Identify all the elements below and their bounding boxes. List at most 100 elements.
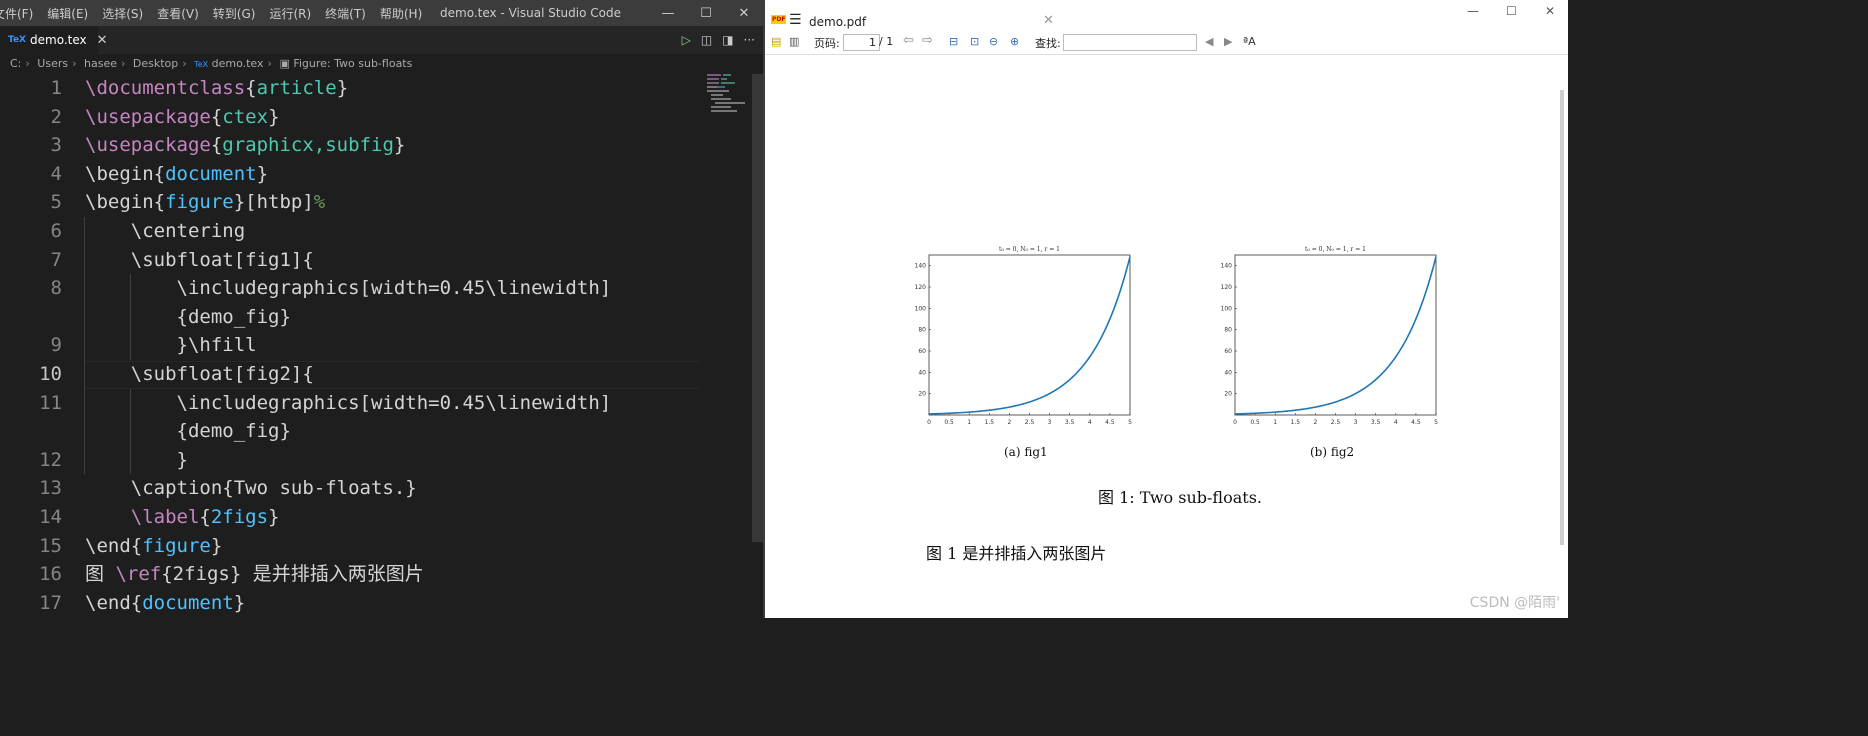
code-line[interactable]: 14 \label{2figs} — [0, 503, 700, 532]
run-icon[interactable]: ▷ — [682, 33, 691, 47]
x-tick-label: 3.5 — [1065, 419, 1075, 426]
pdf-scrollbar[interactable] — [1560, 90, 1564, 545]
y-tick-label: 40 — [918, 369, 926, 376]
code-token: article — [256, 77, 337, 99]
x-tick-label: 4.5 — [1105, 419, 1115, 426]
preview-icon[interactable]: ◫ — [701, 33, 712, 47]
code-token: } — [85, 448, 188, 471]
y-tick-label: 100 — [1221, 305, 1233, 312]
tab-demo-tex[interactable]: TeX demo.tex ✕ — [0, 26, 108, 54]
code-line[interactable]: 1 \documentclass{article} — [0, 74, 700, 103]
tex-file-icon: TeX — [194, 60, 209, 69]
code-text: \label{2figs} — [85, 503, 280, 532]
code-token: } — [210, 534, 223, 557]
x-tick-label: 4.5 — [1411, 419, 1421, 426]
x-tick-label: 4 — [1394, 419, 1398, 426]
menu-view[interactable]: 查看(V) — [150, 5, 206, 22]
code-line[interactable]: 10 \subfloat[fig2]{ — [0, 360, 700, 389]
plot-frame — [928, 254, 1131, 416]
code-token: \end{ — [85, 534, 143, 557]
code-token: \includegraphics[width=0.45\linewidth] — [85, 277, 612, 300]
scrollbar-thumb[interactable] — [752, 74, 763, 542]
more-actions-icon[interactable]: ··· — [744, 33, 755, 47]
y-tick-label: 100 — [915, 305, 927, 312]
menu-help[interactable]: 帮助(H) — [373, 5, 429, 22]
line-number: 16 — [39, 563, 62, 586]
code-line[interactable]: 4 \begin{document} — [0, 160, 700, 189]
code-token: \centering — [85, 220, 246, 242]
editor-actions: ▷ ◫ ◨ ··· — [682, 26, 755, 54]
code-line[interactable]: 8 \includegraphics[width=0.45\linewidth] — [0, 274, 700, 303]
line-number: 2 — [50, 105, 62, 128]
code-text: }\hfill — [85, 331, 257, 360]
menu-select[interactable]: 选择(S) — [95, 5, 150, 22]
code-line[interactable]: 15 \end{figure} — [0, 532, 700, 561]
code-editor[interactable]: 1 \documentclass{article} 2 \usepackage{cte… — [0, 74, 763, 618]
code-token: }[htbp] — [233, 191, 314, 214]
menu-terminal[interactable]: 终端(T) — [318, 5, 373, 22]
line-number: 17 — [39, 591, 62, 614]
code-line[interactable]: 7 \subfloat[fig1]{ — [0, 246, 700, 275]
y-tick-label: 20 — [918, 391, 926, 398]
window-title: demo.tex - Visual Studio Code — [440, 6, 621, 20]
code-token: figure — [142, 534, 211, 557]
code-token: ctex — [222, 105, 269, 128]
code-line[interactable]: 12 } — [0, 446, 700, 475]
code-token: 2figs — [210, 506, 269, 528]
x-tick-label: 0 — [927, 419, 931, 426]
code-line[interactable]: 5 \begin{figure}[htbp]% — [0, 188, 700, 217]
breadcrumb-item[interactable]: hasee — [84, 57, 117, 70]
code-line[interactable]: {demo_fig} — [0, 417, 700, 446]
breadcrumb-item[interactable]: Users — [37, 57, 68, 70]
breadcrumb-item[interactable]: Desktop — [133, 57, 178, 70]
x-tick-label: 2 — [1007, 419, 1011, 426]
code-token: document — [142, 591, 234, 614]
code-line[interactable]: 17 \end{document} — [0, 589, 700, 618]
y-tick-label: 120 — [915, 284, 927, 291]
editor-scrollbar[interactable] — [752, 74, 763, 618]
menu-run[interactable]: 运行(R) — [262, 5, 318, 22]
code-line[interactable]: 13 \caption{Two sub-floats.} — [0, 474, 700, 503]
y-tick-label: 140 — [915, 263, 927, 270]
tab-close-icon[interactable]: ✕ — [97, 33, 108, 48]
x-tick-label: 3.5 — [1371, 419, 1381, 426]
tab-label: demo.tex — [30, 33, 87, 47]
line-number: 1 — [50, 77, 62, 99]
maximize-icon[interactable]: ☐ — [687, 0, 725, 26]
breadcrumb-item[interactable]: C: — [10, 57, 21, 70]
line-number: 8 — [50, 277, 62, 300]
x-tick-label: 2 — [1313, 419, 1317, 426]
code-token: % — [313, 191, 326, 214]
breadcrumb-item[interactable]: demo.tex — [212, 57, 264, 70]
code-token: document — [165, 162, 257, 185]
x-tick-label: 0.5 — [1250, 419, 1260, 426]
minimize-icon[interactable]: — — [649, 0, 687, 26]
code-text: {demo_fig} — [85, 303, 291, 332]
x-tick-label: 5 — [1434, 419, 1438, 426]
y-tick-label: 80 — [1224, 327, 1232, 334]
watermark: CSDN @陌雨' — [1469, 595, 1560, 611]
code-token: 图 — [85, 563, 116, 586]
close-icon[interactable]: ✕ — [725, 0, 763, 26]
line-number: 10 — [39, 363, 62, 385]
code-token: \end{ — [85, 591, 143, 614]
x-tick-label: 1.5 — [985, 419, 995, 426]
minimap[interactable] — [705, 74, 750, 114]
code-token: \ref — [115, 563, 162, 586]
code-line[interactable]: 9 }\hfill — [0, 331, 700, 360]
line-number: 6 — [50, 220, 62, 242]
split-editor-icon[interactable]: ◨ — [722, 33, 733, 47]
menu-goto[interactable]: 转到(G) — [206, 5, 263, 22]
line-number: 3 — [50, 134, 62, 157]
code-line[interactable]: 6 \centering — [0, 217, 700, 246]
menu-edit[interactable]: 编辑(E) — [40, 5, 95, 22]
code-line[interactable]: 16 图 \ref{2figs} 是并排插入两张图片 — [0, 560, 700, 589]
code-line[interactable]: 11 \includegraphics[width=0.45\linewidth… — [0, 389, 700, 418]
code-line[interactable]: 2 \usepackage{ctex} — [0, 103, 700, 132]
x-tick-label: 2.5 — [1025, 419, 1035, 426]
code-line[interactable]: 3 \usepackage{graphicx,subfig} — [0, 131, 700, 160]
code-line[interactable]: {demo_fig} — [0, 303, 700, 332]
menu-file[interactable]: 文件(F) — [0, 5, 40, 22]
breadcrumb-item[interactable]: Figure: Two sub-floats — [293, 57, 412, 70]
code-text: \usepackage{graphicx,subfig} — [85, 131, 405, 160]
